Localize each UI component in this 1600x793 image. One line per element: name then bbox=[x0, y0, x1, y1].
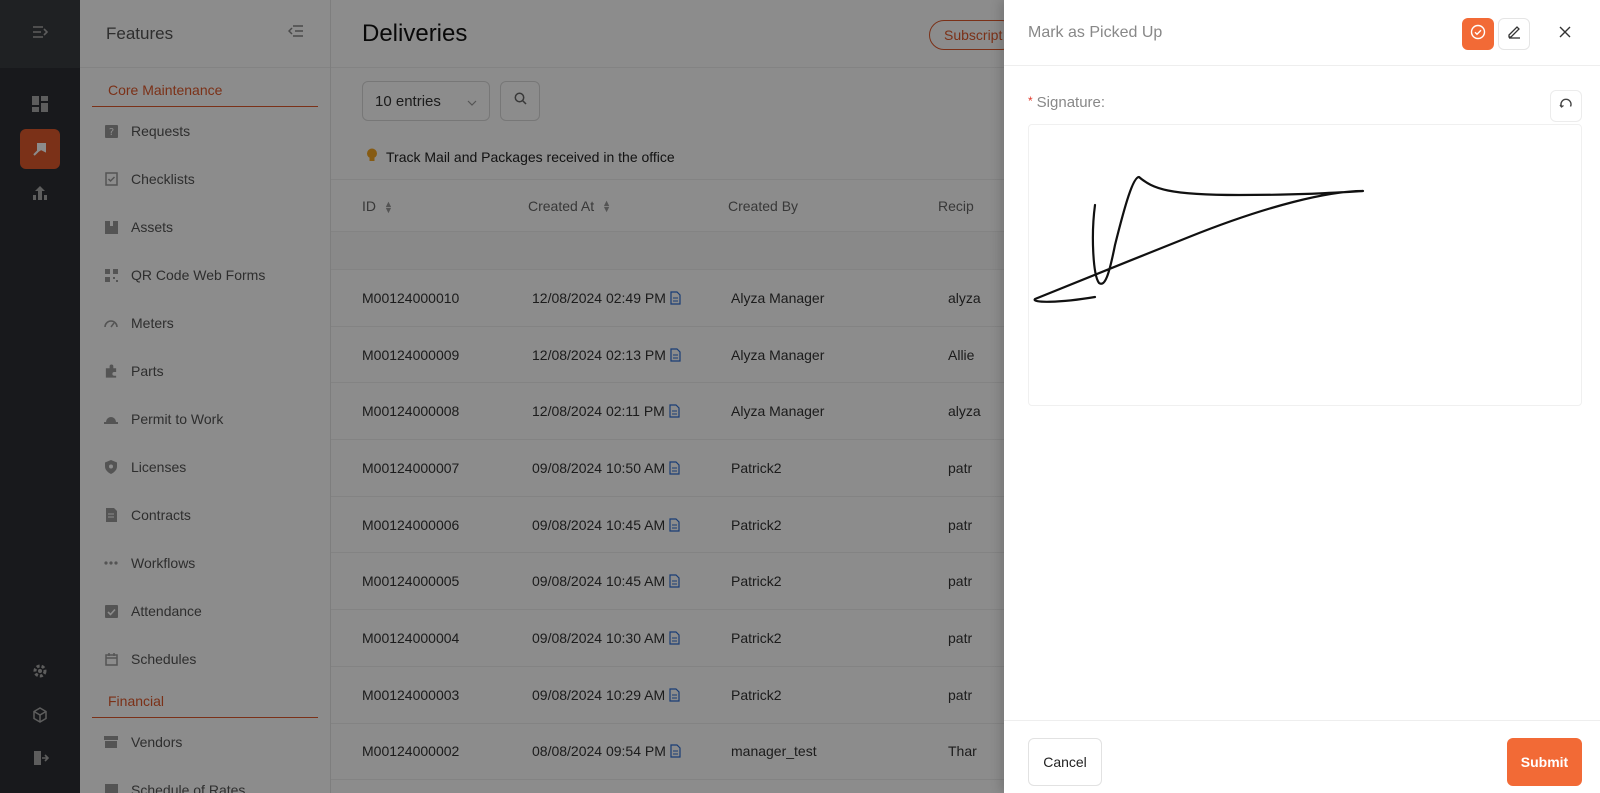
confirm-button[interactable] bbox=[1462, 18, 1494, 50]
close-button[interactable] bbox=[1549, 18, 1581, 50]
pencil-icon bbox=[1507, 24, 1522, 44]
signature-stroke bbox=[1033, 175, 1365, 303]
signature-pad[interactable] bbox=[1028, 124, 1582, 406]
modal-overlay[interactable] bbox=[0, 0, 1004, 793]
close-icon bbox=[1559, 25, 1571, 43]
check-circle-icon bbox=[1470, 24, 1486, 45]
drawer-title: Mark as Picked Up bbox=[1028, 23, 1163, 41]
mark-picked-up-drawer: Mark as Picked Up * Signature: Cancel Sub… bbox=[1004, 0, 1600, 793]
cancel-button[interactable]: Cancel bbox=[1028, 738, 1102, 786]
required-mark: * bbox=[1028, 94, 1033, 108]
refresh-icon bbox=[1559, 97, 1573, 116]
drawer-header: Mark as Picked Up bbox=[1004, 0, 1600, 66]
reset-signature-button[interactable] bbox=[1550, 90, 1582, 122]
submit-button[interactable]: Submit bbox=[1507, 738, 1582, 786]
drawer-footer: Cancel Submit bbox=[1004, 720, 1600, 793]
signature-label: * Signature: bbox=[1028, 94, 1106, 111]
edit-button[interactable] bbox=[1498, 18, 1530, 50]
